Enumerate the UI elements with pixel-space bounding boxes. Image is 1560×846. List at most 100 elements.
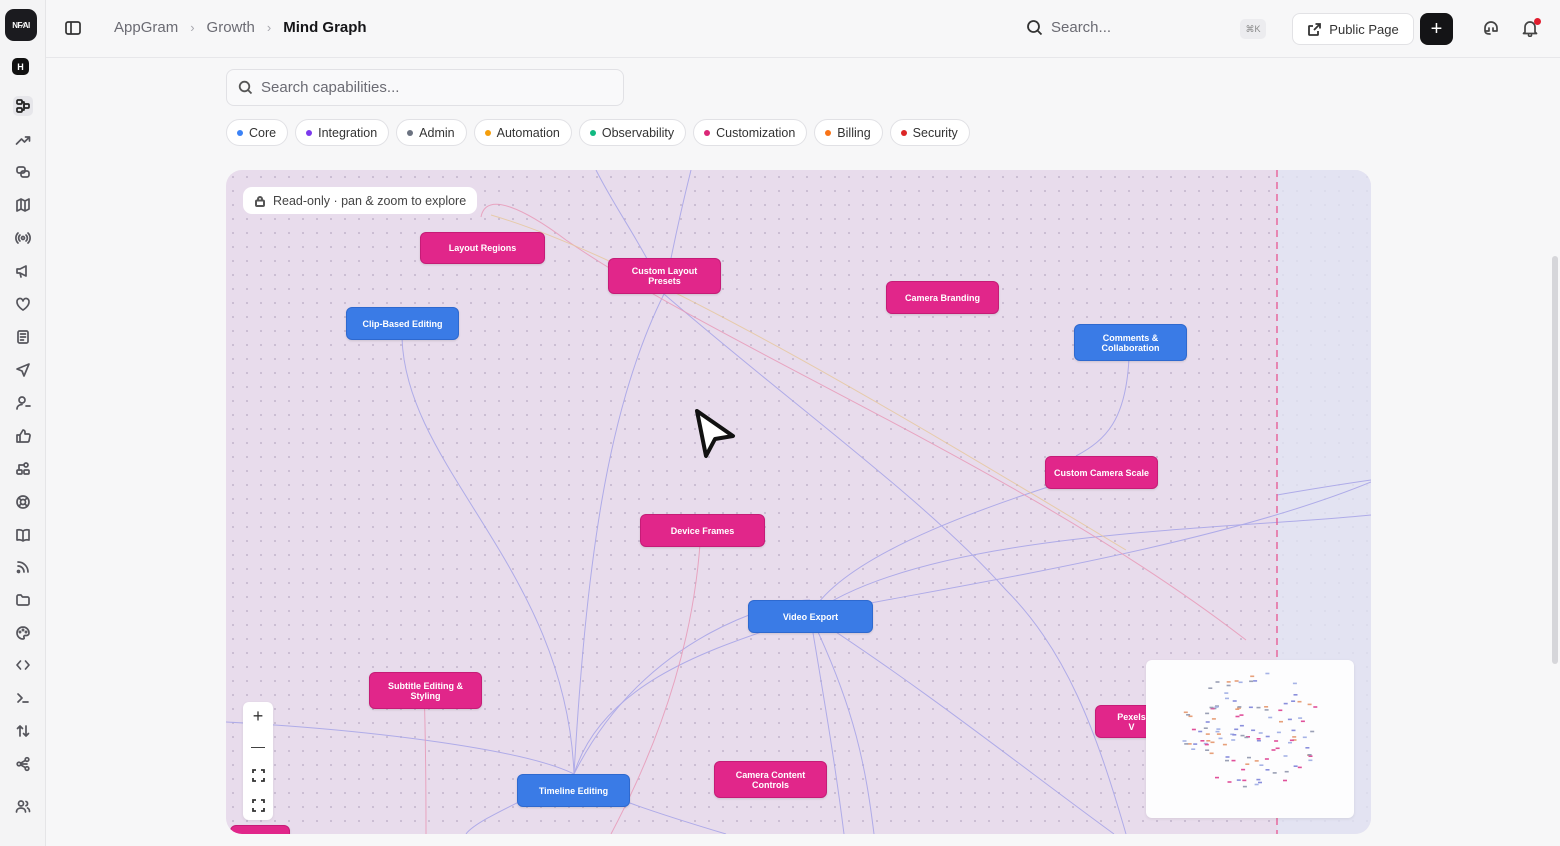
graph-minimap[interactable] [1146, 660, 1354, 818]
graph-node-camera-content-controls[interactable]: Camera Content Controls [714, 761, 827, 798]
minimap-node [1256, 778, 1261, 781]
search-shortcut-badge: ⌘K [1240, 19, 1266, 39]
minimap-node [1265, 672, 1270, 675]
zoom-in-button[interactable]: + [243, 702, 273, 732]
graph-node-layout-regions[interactable]: Layout Regions [420, 232, 545, 264]
minimap-node [1183, 711, 1188, 714]
global-search[interactable]: Search... [1026, 19, 1111, 36]
fit-view-button[interactable] [243, 761, 273, 791]
minimap-node [1225, 756, 1230, 758]
folder-icon[interactable] [13, 590, 33, 610]
minimap-node [1256, 739, 1261, 742]
filter-chip-label: Integration [318, 125, 378, 140]
minimap-node [1254, 783, 1259, 786]
palette-icon[interactable] [13, 623, 33, 643]
user-icon[interactable] [13, 393, 33, 413]
graph-node-camera-branding[interactable]: Camera Branding [886, 281, 999, 314]
broadcast-icon[interactable] [13, 228, 33, 248]
filter-chip-automation[interactable]: Automation [473, 119, 572, 146]
minimap-node [1278, 709, 1283, 712]
graph-node-device-frames[interactable]: Device Frames [640, 514, 765, 547]
minimap-node [1203, 727, 1208, 729]
minimap-node [1264, 709, 1269, 711]
notes-icon[interactable] [13, 327, 33, 347]
app-logo[interactable]: NF∕AI [5, 9, 37, 41]
flow-icon[interactable] [13, 459, 33, 479]
minimap-node [1245, 763, 1250, 765]
filter-chip-label: Customization [716, 125, 796, 140]
mind-graph-icon[interactable] [13, 96, 33, 116]
zoom-out-button[interactable]: — [243, 732, 273, 762]
category-dot [589, 129, 596, 136]
filter-chip-integration[interactable]: Integration [295, 119, 390, 146]
filter-chip-billing[interactable]: Billing [814, 119, 883, 146]
minimap-node [1188, 715, 1193, 718]
graph-node-custom-camera-scale[interactable]: Custom Camera Scale [1045, 456, 1158, 489]
minimap-node [1302, 736, 1307, 739]
minimap-node [1307, 703, 1312, 706]
code-icon[interactable] [13, 655, 33, 675]
graph-node-comments-collaboration[interactable]: Comments & Collaboration [1074, 324, 1187, 361]
filter-chip-observability[interactable]: Observability [578, 119, 687, 146]
trending-icon[interactable] [13, 130, 33, 150]
terminal-icon[interactable] [13, 688, 33, 708]
minimap-node [1239, 714, 1244, 716]
graph-node-clip-based-editing[interactable]: Clip-Based Editing [346, 307, 459, 340]
filter-chip-label: Admin [419, 125, 455, 140]
breadcrumb-growth[interactable]: Growth [207, 19, 255, 36]
graph-node-video-export[interactable]: Video Export [748, 600, 873, 633]
filter-chip-label: Automation [496, 125, 560, 140]
graph-node-custom-layout-presets[interactable]: Custom Layout Presets [608, 258, 721, 294]
filter-chip-label: Observability [601, 125, 675, 140]
bell-icon[interactable] [1521, 18, 1541, 39]
minimap-node [1264, 758, 1269, 760]
graph-node-subtitle-editing[interactable]: Subtitle Editing & Styling [369, 672, 482, 709]
category-filters: Core Integration Admin Automation Observ… [226, 119, 970, 146]
mind-graph-canvas[interactable]: Read-only · pan & zoom to explore Layout… [226, 170, 1371, 834]
page-scrollbar[interactable] [1552, 256, 1558, 664]
team-icon[interactable] [13, 796, 33, 816]
minimap-node [1276, 731, 1281, 734]
minimap-node [1184, 743, 1189, 745]
map-icon[interactable] [13, 195, 33, 215]
fullscreen-button[interactable] [243, 791, 273, 821]
filter-chip-core[interactable]: Core [226, 119, 289, 146]
sidebar-toggle-icon[interactable] [64, 19, 84, 39]
filter-chip-admin[interactable]: Admin [396, 119, 467, 146]
minimap-node [1253, 680, 1258, 682]
filter-chip-security[interactable]: Security [889, 119, 970, 146]
add-button[interactable]: + [1420, 13, 1453, 45]
capability-search[interactable] [226, 69, 624, 106]
minimap-node [1268, 716, 1273, 719]
minimap-node [1251, 729, 1256, 732]
breadcrumb-separator: › [266, 20, 272, 35]
rss-icon[interactable] [13, 557, 33, 577]
support-icon[interactable] [13, 492, 33, 512]
minimap-dots [1182, 672, 1318, 788]
minimap-node [1254, 760, 1259, 762]
graph-node-offscreen[interactable] [230, 825, 290, 834]
minimap-node [1214, 706, 1219, 708]
book-icon[interactable] [13, 525, 33, 545]
megaphone-icon[interactable] [13, 261, 33, 281]
minimap-node [1308, 759, 1313, 762]
filter-chip-customization[interactable]: Customization [693, 119, 808, 146]
search-icon [1027, 20, 1043, 36]
minimap-node [1239, 724, 1244, 727]
graph-node-timeline-editing[interactable]: Timeline Editing [517, 774, 630, 807]
capability-search-input[interactable] [261, 79, 601, 96]
chat-icon[interactable] [13, 162, 33, 182]
thumbs-up-icon[interactable] [13, 426, 33, 446]
minimap-node [1205, 721, 1210, 723]
public-page-button[interactable]: Public Page [1292, 13, 1414, 45]
breadcrumb-appgram[interactable]: AppGram [114, 19, 178, 36]
send-icon[interactable] [13, 360, 33, 380]
minimap-node [1238, 681, 1243, 684]
heart-icon[interactable] [13, 294, 33, 314]
share-icon[interactable] [13, 754, 33, 774]
fullscreen-icon [251, 798, 265, 812]
sort-icon[interactable] [13, 721, 33, 741]
minimap-node [1240, 734, 1245, 737]
support-chat-icon[interactable] [1482, 19, 1502, 39]
workspace-switcher[interactable]: H [12, 58, 29, 75]
